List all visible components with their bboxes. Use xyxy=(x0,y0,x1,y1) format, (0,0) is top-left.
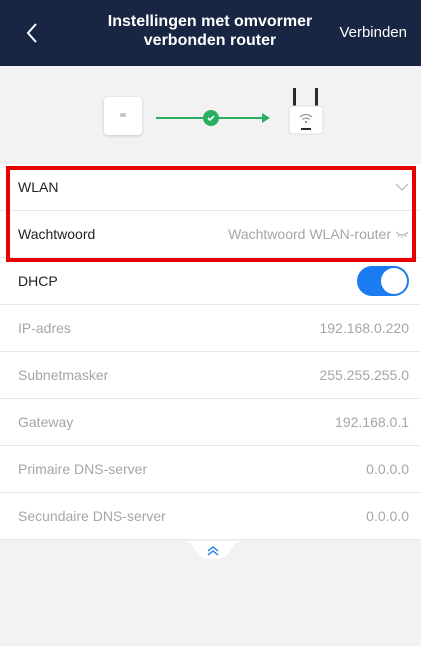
inverter-device-icon xyxy=(104,97,142,135)
connect-button[interactable]: Verbinden xyxy=(339,24,407,41)
wlan-select-row[interactable]: WLAN xyxy=(0,164,421,211)
top-navigation-bar: Instellingen met omvormer verbonden rout… xyxy=(0,0,421,66)
password-placeholder[interactable]: Wachtwoord WLAN-router xyxy=(228,226,391,242)
router-device-icon xyxy=(283,86,331,138)
password-row[interactable]: Wachtwoord Wachtwoord WLAN-router xyxy=(0,211,421,258)
page-title-line-2: verbonden router xyxy=(143,32,277,49)
subnet-mask-value: 255.255.255.0 xyxy=(319,367,409,383)
gateway-label: Gateway xyxy=(18,414,74,430)
secondary-dns-value: 0.0.0.0 xyxy=(366,508,409,524)
password-label: Wachtwoord xyxy=(18,226,96,242)
ip-address-row: IP-adres 192.168.0.220 xyxy=(0,305,421,352)
dhcp-row: DHCP xyxy=(0,258,421,305)
gateway-row: Gateway 192.168.0.1 xyxy=(0,399,421,446)
wlan-label: WLAN xyxy=(18,179,59,195)
dhcp-toggle[interactable] xyxy=(357,266,409,296)
primary-dns-value: 0.0.0.0 xyxy=(366,461,409,477)
connection-illustration xyxy=(0,66,421,164)
ip-address-value: 192.168.0.220 xyxy=(319,320,409,336)
eye-closed-icon[interactable] xyxy=(395,225,409,243)
connection-arrow-icon xyxy=(262,113,270,123)
primary-dns-label: Primaire DNS-server xyxy=(18,461,148,477)
inverter-led-icon xyxy=(120,113,126,117)
dhcp-label: DHCP xyxy=(18,273,58,289)
subnet-mask-row: Subnetmasker 255.255.255.0 xyxy=(0,352,421,399)
password-field[interactable]: Wachtwoord WLAN-router xyxy=(228,225,409,243)
connected-check-icon xyxy=(203,110,219,126)
page-title: Instellingen met omvormer verbonden rout… xyxy=(90,12,330,50)
back-chevron-icon[interactable] xyxy=(22,20,44,46)
secondary-dns-row: Secundaire DNS-server 0.0.0.0 xyxy=(0,493,421,540)
primary-dns-row: Primaire DNS-server 0.0.0.0 xyxy=(0,446,421,493)
chevron-down-icon[interactable] xyxy=(395,178,409,196)
gateway-value: 192.168.0.1 xyxy=(335,414,409,430)
ip-address-label: IP-adres xyxy=(18,320,71,336)
subnet-mask-label: Subnetmasker xyxy=(18,367,109,383)
toggle-knob xyxy=(381,268,407,294)
secondary-dns-label: Secundaire DNS-server xyxy=(18,508,166,524)
settings-list: WLAN Wachtwoord Wachtwoord WLAN-router D… xyxy=(0,164,421,540)
expand-more-button[interactable] xyxy=(170,541,256,565)
page-title-line-1: Instellingen met omvormer xyxy=(107,13,313,30)
